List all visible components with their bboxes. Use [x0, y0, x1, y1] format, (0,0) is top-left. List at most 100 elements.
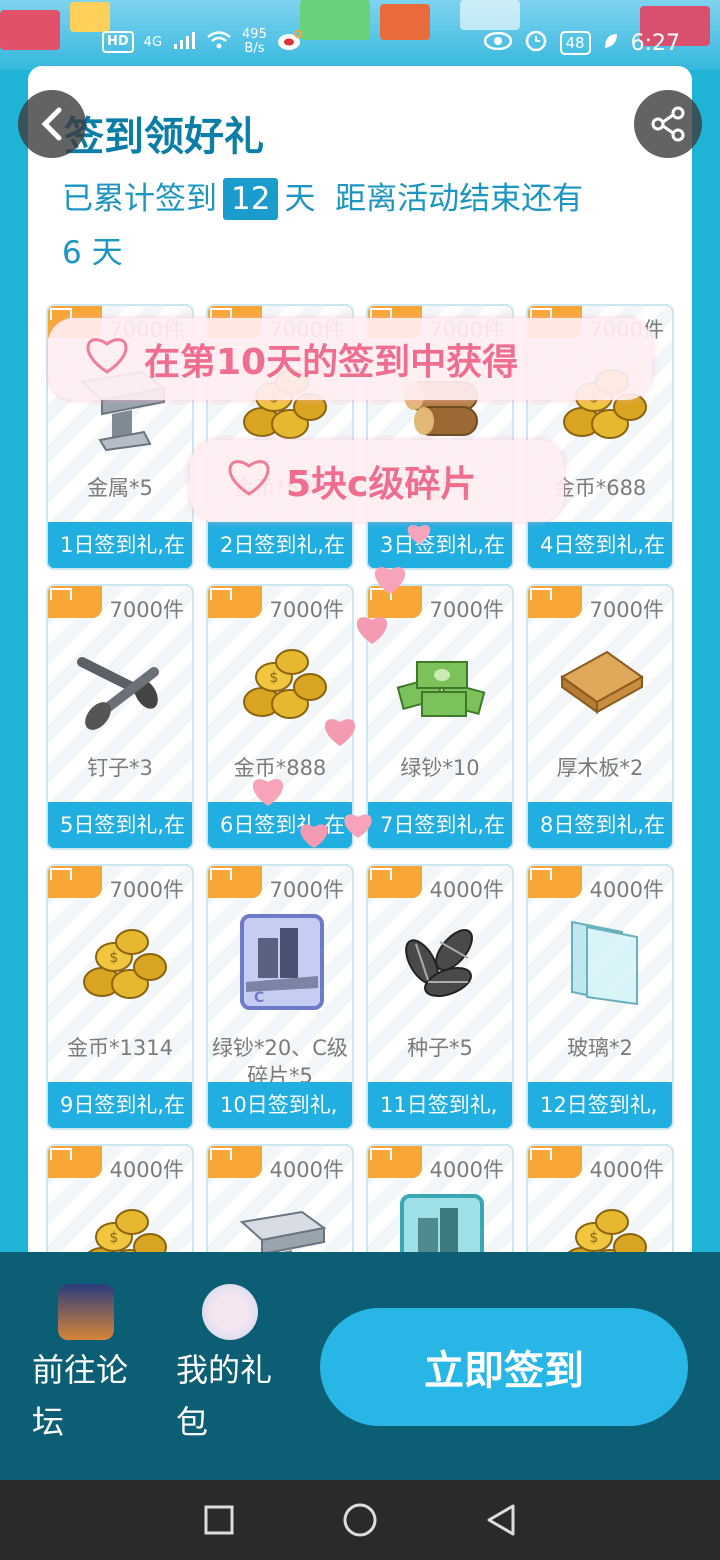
planks-icon	[552, 632, 652, 732]
gift-decoration	[0, 10, 60, 50]
share-icon	[651, 106, 685, 142]
reward-card[interactable]: 7000件 钉子*3 5日签到礼,在	[46, 584, 194, 850]
back-triangle-icon[interactable]	[485, 1503, 517, 1537]
page-title: 签到领好礼	[64, 114, 264, 160]
gift-decoration	[460, 0, 520, 30]
gift-decoration	[300, 0, 370, 40]
my-gifts-link[interactable]: 我的礼包	[176, 1284, 296, 1448]
day-label: 12日签到礼,	[528, 1082, 672, 1128]
claim-tag	[368, 1146, 422, 1178]
sticker-bubble-1: 在第10天的签到中获得	[48, 318, 652, 400]
stock-count: 4000件	[589, 1158, 664, 1182]
heart-outline-icon	[228, 460, 270, 496]
cardC-icon: C	[232, 912, 332, 1012]
sticker-bubble-2: 5块c级碎片	[190, 440, 564, 522]
signed-days-badge: 12	[223, 178, 279, 220]
hd-badge: HD	[102, 31, 134, 53]
network-label: 4G	[143, 34, 163, 50]
nails-icon	[72, 632, 172, 732]
seeds-icon	[392, 912, 492, 1012]
claim-tag	[208, 1146, 262, 1178]
day-label: 4日签到礼,在	[528, 522, 672, 568]
stock-count: 7000件	[589, 598, 664, 622]
reward-card[interactable]: 4000件 $	[526, 1144, 674, 1266]
day-label: 8日签到礼,在	[528, 802, 672, 848]
heart-icon	[344, 814, 372, 838]
cash-icon	[392, 632, 492, 732]
claim-tag	[368, 866, 422, 898]
reward-card[interactable]: 4000件	[206, 1144, 354, 1266]
stock-count: 4000件	[589, 878, 664, 902]
coins-icon: $	[232, 632, 332, 732]
svg-text:C: C	[254, 990, 264, 1006]
wifi-icon	[206, 30, 232, 55]
gift-avatar-icon	[202, 1284, 258, 1340]
stock-count: 7000件	[269, 598, 344, 622]
stock-count: 7000件	[269, 878, 344, 902]
net-speed-value: 495	[242, 27, 267, 42]
stock-count: 4000件	[429, 1158, 504, 1182]
heart-icon	[356, 617, 388, 644]
status-bar: HD 4G 495 B/s 48 6:27	[0, 0, 720, 70]
battery-indicator: 48	[559, 31, 591, 55]
svg-text:$: $	[270, 670, 279, 686]
svg-text:$: $	[110, 950, 119, 966]
alarm-icon	[524, 28, 548, 58]
system-nav-bar	[0, 1480, 720, 1560]
stock-count: 4000件	[109, 1158, 184, 1182]
stock-count: 7000件	[109, 598, 184, 622]
heart-outline-icon	[86, 338, 128, 374]
day-label: 2日签到礼,在	[208, 522, 352, 568]
remain-prefix: 距离活动结束还有	[335, 181, 584, 217]
signin-panel: 签到领好礼 已累计签到12天 距离活动结束还有 6 天 7000件金属*51日签…	[28, 66, 692, 1266]
signin-summary: 已累计签到 12 天 距离活动结束还有 6 天	[62, 172, 662, 280]
reward-card[interactable]: 7000件 厚木板*2 8日签到礼,在	[526, 584, 674, 850]
signed-prefix: 已累计签到	[62, 181, 217, 217]
day-label: 10日签到礼,	[208, 1082, 352, 1128]
share-button[interactable]	[634, 90, 702, 158]
claim-tag	[208, 866, 262, 898]
heart-icon	[407, 525, 431, 544]
day-label: 1日签到礼,在	[48, 522, 192, 568]
reward-card[interactable]: 4000件 种子*5 11日签到礼,	[366, 864, 514, 1130]
claim-tag	[528, 1146, 582, 1178]
signed-suffix: 天	[284, 181, 316, 217]
back-button[interactable]	[18, 90, 86, 158]
claim-tag	[208, 586, 262, 618]
gift-decoration	[380, 4, 430, 40]
claim-tag	[48, 586, 102, 618]
recents-icon[interactable]	[203, 1504, 235, 1536]
sign-in-button[interactable]: 立即签到	[320, 1308, 688, 1426]
reward-card[interactable]: 4000件 玻璃*2 12日签到礼,	[526, 864, 674, 1130]
status-right: 48 6:27	[483, 28, 680, 58]
remain-days: 6	[62, 235, 82, 271]
clock-time: 6:27	[630, 30, 680, 56]
net-speed: 495 B/s	[242, 28, 267, 56]
home-icon[interactable]	[342, 1502, 378, 1538]
heart-icon	[252, 779, 284, 806]
coins-icon: $	[72, 912, 172, 1012]
eye-icon	[483, 31, 512, 56]
stock-count: 4000件	[269, 1158, 344, 1182]
heart-icon	[374, 567, 406, 594]
reward-card[interactable]: 7000件 C 绿钞*20、C级碎片*5 10日签到礼,	[206, 864, 354, 1130]
heart-icon	[300, 824, 328, 848]
day-label: 5日签到礼,在	[48, 802, 192, 848]
chevron-left-icon	[41, 107, 62, 141]
reward-card[interactable]: 4000件 $	[46, 1144, 194, 1266]
reward-card[interactable]: 4000件	[366, 1144, 514, 1266]
claim-tag	[48, 866, 102, 898]
stock-count: 4000件	[429, 878, 504, 902]
claim-tag	[528, 866, 582, 898]
sticker-text-1: 在第10天的签到中获得	[144, 342, 519, 383]
glass-icon	[552, 912, 652, 1012]
net-speed-unit: B/s	[244, 41, 265, 56]
svg-text:$: $	[110, 1230, 119, 1246]
svg-text:$: $	[590, 1230, 599, 1246]
day-label: 7日签到礼,在	[368, 802, 512, 848]
stock-count: 7000件	[429, 598, 504, 622]
forum-link[interactable]: 前往论坛	[32, 1284, 152, 1448]
heart-icon	[324, 719, 356, 746]
reward-card[interactable]: 7000件 $ 金币*1314 9日签到礼,在	[46, 864, 194, 1130]
stock-count: 7000件	[109, 878, 184, 902]
